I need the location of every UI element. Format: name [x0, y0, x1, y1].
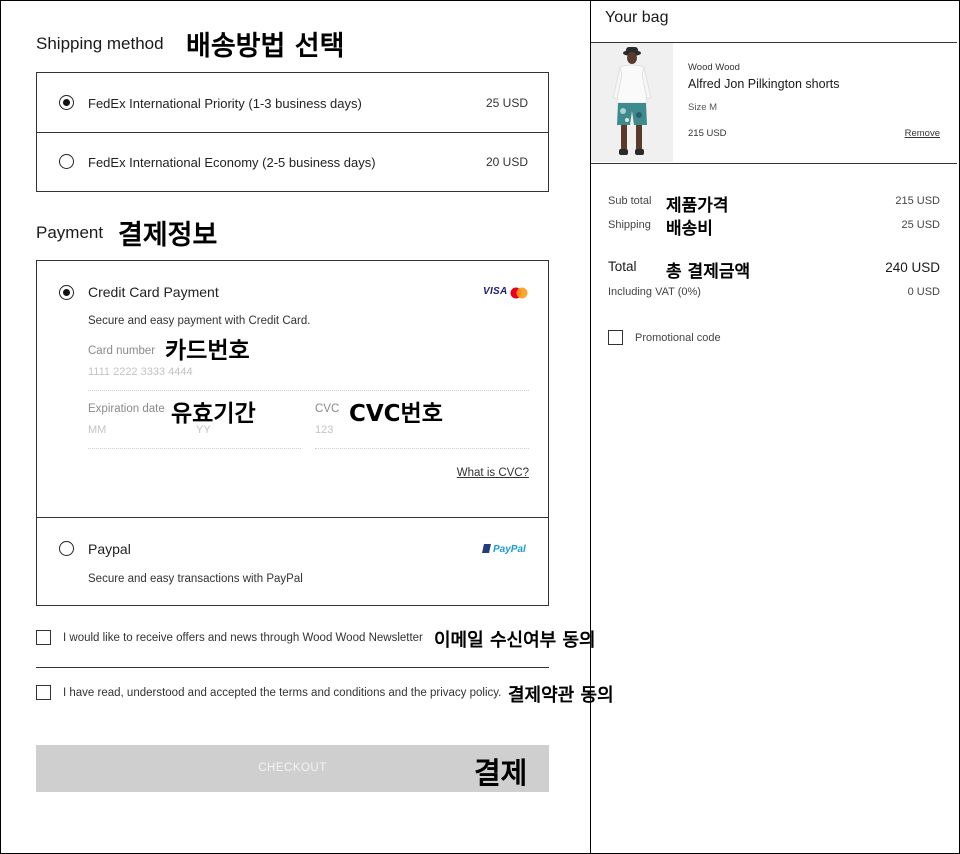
shipping-priority-label: FedEx International Priority (1-3 busine…: [88, 96, 362, 111]
visa-icon: VISA: [483, 286, 508, 297]
shipping-options-box: FedEx International Priority (1-3 busine…: [36, 72, 549, 192]
subtotal-value: 215 USD: [895, 195, 940, 207]
terms-annotation: 결제약관 동의: [508, 685, 614, 706]
paypal-description: Secure and easy transactions with PayPal: [88, 573, 303, 585]
cvc-input[interactable]: 123: [315, 424, 333, 436]
newsletter-consent-label: I would like to receive offers and news …: [63, 632, 423, 644]
checkout-annotation: 결제: [474, 756, 528, 790]
expiration-annotation: 유효기간: [171, 401, 256, 427]
product-price: 215 USD: [688, 128, 727, 139]
consent-separator: [36, 667, 549, 668]
paypal-logo-text: PayPal: [493, 544, 526, 555]
shipping-priority-price: 25 USD: [485, 96, 528, 110]
card-number-label: Card number: [88, 345, 156, 357]
product-brand: Wood Wood: [688, 62, 740, 73]
shipping-cost-label: Shipping: [608, 219, 651, 231]
shipping-priority-radio[interactable]: [59, 95, 74, 110]
shipping-cost-annotation: 배송비: [666, 219, 713, 239]
newsletter-annotation: 이메일 수신여부 동의: [434, 630, 596, 651]
checkout-button-label: CHECKOUT: [258, 762, 327, 774]
payment-annotation: 결제정보: [118, 220, 218, 251]
expiration-underline: [88, 448, 301, 449]
newsletter-checkbox[interactable]: [36, 630, 51, 645]
expiration-month-input[interactable]: MM: [88, 424, 106, 436]
paypal-label: Paypal: [88, 541, 131, 557]
vat-value: 0 USD: [907, 286, 940, 298]
paypal-radio[interactable]: [59, 541, 74, 556]
checkout-button[interactable]: CHECKOUT: [36, 745, 549, 792]
shipping-economy-price: 20 USD: [485, 155, 528, 169]
payment-options-box: Credit Card Payment VISA Secure and easy…: [36, 260, 549, 606]
payment-option-credit-card: Credit Card Payment VISA Secure and easy…: [37, 261, 548, 517]
shipping-option-priority[interactable]: FedEx International Priority (1-3 busine…: [37, 73, 548, 132]
mastercard-icon: [509, 286, 529, 299]
card-number-underline: [88, 390, 529, 391]
product-image[interactable]: [591, 43, 673, 162]
total-value: 240 USD: [885, 260, 940, 275]
product-size: Size M: [688, 102, 718, 113]
bag-title: Your bag: [605, 9, 669, 26]
card-number-annotation: 카드번호: [165, 338, 250, 364]
subtotal-annotation: 제품가격: [666, 196, 729, 216]
expiration-year-input[interactable]: YY: [196, 424, 211, 436]
what-is-cvc-link[interactable]: What is CVC?: [457, 467, 529, 479]
payment-title: Payment: [36, 223, 104, 242]
subtotal-label: Sub total: [608, 195, 652, 207]
cvc-underline: [315, 448, 529, 449]
cvc-label: CVC: [315, 403, 340, 415]
total-label: Total: [608, 259, 637, 274]
payment-option-paypal: Paypal PayPal Secure and easy transactio…: [37, 518, 548, 605]
terms-checkbox[interactable]: [36, 685, 51, 700]
promo-code-checkbox[interactable]: [608, 330, 623, 345]
card-number-input[interactable]: 1111 2222 3333 4444: [88, 366, 193, 378]
model-figure-icon: [612, 47, 652, 155]
terms-consent-label: I have read, understood and accepted the…: [63, 687, 502, 699]
vat-label: Including VAT (0%): [608, 286, 701, 298]
promo-code-label: Promotional code: [635, 332, 721, 344]
remove-item-link[interactable]: Remove: [905, 128, 940, 139]
shipping-option-economy[interactable]: FedEx International Economy (2-5 busines…: [37, 133, 548, 191]
credit-card-description: Secure and easy payment with Credit Card…: [88, 315, 311, 327]
shipping-annotation: 배송방법 선택: [186, 31, 345, 62]
expiration-label: Expiration date: [88, 403, 165, 415]
cvc-annotation: CVC번호: [349, 401, 443, 427]
shipping-cost-value: 25 USD: [901, 219, 940, 231]
shipping-economy-radio[interactable]: [59, 154, 74, 169]
paypal-logo-icon: PayPal: [482, 544, 526, 555]
shipping-economy-label: FedEx International Economy (2-5 busines…: [88, 155, 376, 170]
bag-item-separator: [591, 163, 957, 164]
credit-card-label: Credit Card Payment: [88, 284, 219, 300]
product-name[interactable]: Alfred Jon Pilkington shorts: [688, 77, 839, 91]
credit-card-radio[interactable]: [59, 285, 74, 300]
shipping-title: Shipping method: [36, 34, 164, 53]
total-annotation: 총 결제금액: [666, 262, 751, 282]
